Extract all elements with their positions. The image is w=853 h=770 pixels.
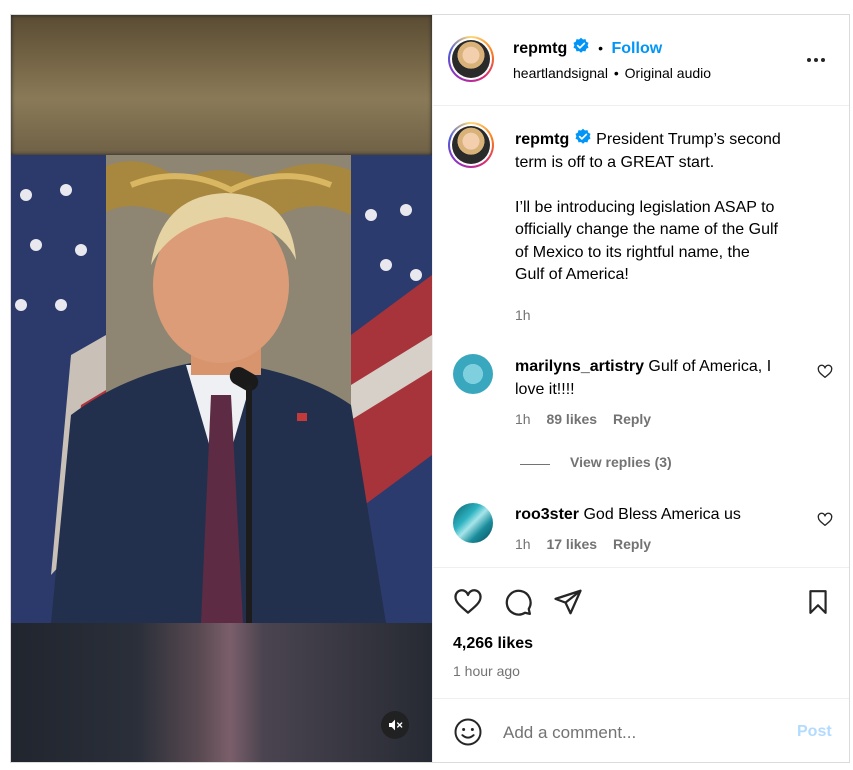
- post-header: repmtg • Follow heartlandsignal • Origin…: [433, 15, 849, 106]
- post-details-panel: repmtg • Follow heartlandsignal • Origin…: [432, 15, 849, 762]
- like-count[interactable]: 4,266 likes: [453, 635, 533, 653]
- comment-likes[interactable]: 89 likes: [546, 411, 597, 427]
- more-options-button[interactable]: [805, 49, 827, 71]
- commenter-avatar[interactable]: [453, 354, 493, 394]
- emoji-smiley-icon[interactable]: [453, 717, 483, 747]
- caption-line-6: Gulf of America!: [515, 266, 629, 283]
- author-line: repmtg • Follow: [513, 37, 662, 58]
- audio-account-link[interactable]: heartlandsignal: [513, 65, 608, 81]
- caption-line-4: officially change the name of the Gulf: [515, 221, 778, 238]
- comment-text: roo3ster God Bless America us: [515, 504, 805, 527]
- caption-line-1: President Trump’s second: [596, 131, 781, 148]
- audio-line: heartlandsignal • Original audio: [513, 65, 711, 81]
- comment-icon[interactable]: [503, 587, 533, 617]
- speaker-muted-icon: [389, 719, 403, 731]
- like-comment-heart-icon[interactable]: [817, 512, 833, 528]
- video-frame[interactable]: [11, 155, 432, 623]
- more-dot-icon: [814, 58, 818, 62]
- caption-line-2: term is off to a GREAT start.: [515, 153, 715, 171]
- comment-body-line-1: Gulf of America, I: [648, 358, 772, 375]
- author-avatar[interactable]: [448, 36, 494, 82]
- add-comment-bar: Add a comment... Post: [433, 698, 849, 762]
- caption-timestamp[interactable]: 1h: [515, 307, 531, 323]
- share-send-icon[interactable]: [553, 587, 583, 617]
- like-heart-icon[interactable]: [453, 587, 483, 617]
- author-avatar-image: [452, 40, 490, 78]
- post-actions: 4,266 likes 1 hour ago Add a comment... …: [433, 567, 849, 762]
- comment-text: marilyns_artistry Gulf of America, I lov…: [515, 356, 805, 401]
- post-dialog: repmtg • Follow heartlandsignal • Origin…: [10, 14, 850, 763]
- audio-separator: •: [613, 65, 619, 81]
- more-dot-icon: [821, 58, 825, 62]
- comment-time[interactable]: 1h: [515, 536, 531, 552]
- follow-button[interactable]: Follow: [612, 40, 663, 57]
- comment-input[interactable]: Add a comment...: [503, 723, 636, 743]
- comment-meta: 1h 89 likes Reply: [515, 411, 651, 427]
- video-blur-background-top: [11, 15, 432, 155]
- comment-reply-button[interactable]: Reply: [613, 411, 651, 427]
- save-bookmark-icon[interactable]: [805, 587, 831, 617]
- caption-line-3: I’ll be introducing legislation ASAP to: [515, 198, 775, 216]
- video-blur-background-bottom: [11, 623, 432, 762]
- verified-badge-icon: [573, 37, 589, 53]
- original-audio-link[interactable]: Original audio: [625, 65, 711, 81]
- comment-time[interactable]: 1h: [515, 411, 531, 427]
- comment-username[interactable]: roo3ster: [515, 506, 579, 523]
- post-time-ago[interactable]: 1 hour ago: [453, 663, 520, 679]
- comment-meta: 1h 17 likes Reply: [515, 536, 651, 552]
- comment-username[interactable]: marilyns_artistry: [515, 358, 644, 375]
- like-comment-heart-icon[interactable]: [817, 364, 833, 380]
- verified-badge-icon: [575, 128, 591, 144]
- more-dot-icon: [807, 58, 811, 62]
- caption-avatar-image: [452, 126, 490, 164]
- view-replies-button[interactable]: View replies (3): [570, 454, 672, 470]
- separator-dot: •: [598, 40, 604, 56]
- comment-reply-button[interactable]: Reply: [613, 536, 651, 552]
- video-player[interactable]: [11, 15, 432, 762]
- caption-avatar[interactable]: [448, 122, 494, 168]
- comment-likes[interactable]: 17 likes: [546, 536, 597, 552]
- comment-body-line-2: love it!!!!: [515, 380, 575, 398]
- caption-username[interactable]: repmtg: [515, 131, 569, 148]
- author-username[interactable]: repmtg: [513, 40, 567, 57]
- view-replies-divider: [520, 464, 550, 465]
- post-comment-button[interactable]: Post: [797, 723, 832, 741]
- comments-list[interactable]: repmtg President Trump’s second term is …: [433, 106, 849, 566]
- commenter-avatar[interactable]: [453, 503, 493, 543]
- caption-line-5: of Mexico to its rightful name, the: [515, 243, 750, 261]
- mute-button[interactable]: [381, 711, 409, 739]
- caption-text: repmtg President Trump’s second term is …: [515, 128, 835, 287]
- video-scene-illustration: [11, 155, 432, 623]
- comment-body-line-1: God Bless America us: [583, 506, 741, 523]
